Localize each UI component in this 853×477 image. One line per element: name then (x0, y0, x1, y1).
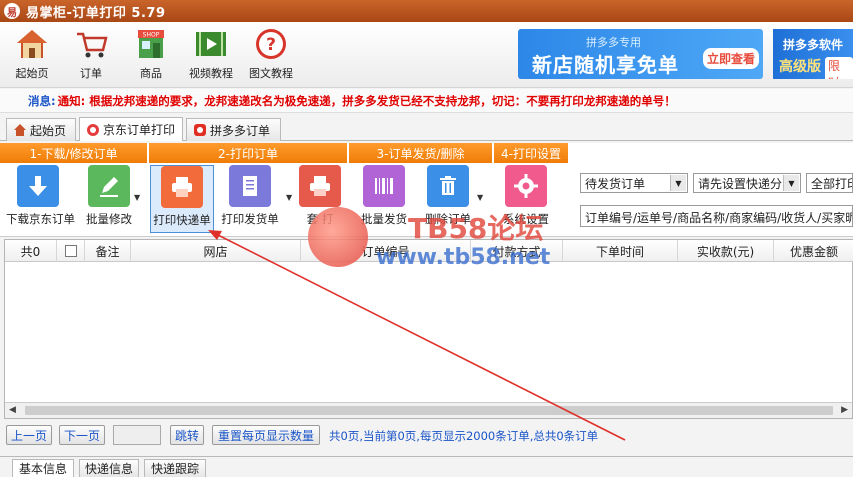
bottom-tabs: 基本信息 快递信息 快递跟踪 (0, 456, 853, 477)
tab-jd-print[interactable]: 京东订单打印 (79, 117, 183, 141)
order-search-input[interactable]: 订单编号/运单号/商品名称/商家编码/收货人/买家昵称 (580, 205, 853, 227)
print-invoice-button[interactable]: 打印发货单 (218, 165, 282, 233)
print-express-label-button[interactable]: 打印快递单 (150, 165, 214, 233)
receipt-icon (229, 165, 271, 207)
page-tabs: 起始页 京东订单打印 拼多多订单 (0, 117, 853, 141)
horizontal-scrollbar[interactable]: ◀ ▶ (5, 402, 852, 418)
table-header: 共0 备注 网店 订单编号 付款方式 下单时间 实收款(元) 优惠金额 (5, 240, 853, 262)
col-payment[interactable]: 付款方式 (471, 240, 563, 262)
tab-pdd-orders[interactable]: 拼多多订单 (186, 118, 281, 141)
pager: 上一页 下一页 跳转 重置每页显示数量 共0页,当前第0页,每页显示2000条订… (0, 424, 853, 446)
print-scope-select[interactable]: 全部打印 (806, 173, 853, 193)
app-logo: 易 (4, 3, 20, 19)
pdd-promo-banner[interactable]: 拼多多专用 新店随机享免单 立即查看 (518, 29, 763, 79)
batch-edit-dropdown-icon[interactable]: ▼ (134, 193, 140, 202)
group-print-settings: 4-打印设置 (494, 143, 568, 163)
window-title: 易掌柜-订单打印 5.79 (26, 5, 166, 21)
group-print: 2-打印订单 (149, 143, 347, 163)
svg-text:SHOP: SHOP (143, 32, 160, 39)
group-header-bar: 1-下载/修改订单 2-打印订单 3-订单发货/删除 4-打印设置 (0, 143, 853, 163)
order-status-select[interactable]: 待发货订单 ▼ (580, 173, 688, 193)
select-all-checkbox[interactable] (64, 245, 77, 257)
orders-table: 共0 备注 网店 订单编号 付款方式 下单时间 实收款(元) 优惠金额 ◀ ▶ (4, 239, 853, 419)
col-select[interactable] (57, 240, 85, 262)
title-bar: 易 易掌柜-订单打印 5.79 (0, 0, 853, 22)
next-page-button[interactable]: 下一页 (59, 425, 105, 445)
col-shop[interactable]: 网店 (131, 240, 301, 262)
express-select[interactable]: 请先设置快递分 ▼ (693, 173, 801, 193)
tab-express-tracking[interactable]: 快递跟踪 (144, 459, 206, 477)
page-number-input[interactable] (113, 425, 161, 445)
notice-label: 消息: (28, 93, 56, 108)
video-icon (196, 32, 226, 56)
shop-icon: SHOP (138, 30, 164, 58)
home-button[interactable]: 起始页 (2, 24, 62, 86)
products-button[interactable]: SHOP 商品 (121, 24, 181, 86)
orders-button[interactable]: 订单 (61, 24, 121, 86)
tab-home[interactable]: 起始页 (6, 118, 76, 141)
home-icon (17, 30, 47, 58)
download-icon (17, 165, 59, 207)
delete-order-button[interactable]: 删除订单 (416, 165, 480, 233)
tab-express-info[interactable]: 快递信息 (79, 459, 139, 477)
printer-icon (161, 166, 203, 208)
gear-icon (505, 165, 547, 207)
col-remark[interactable]: 备注 (85, 240, 131, 262)
image-tutorial-button[interactable]: ? 图文教程 (241, 24, 301, 86)
group-ship-delete: 3-订单发货/删除 (349, 143, 492, 163)
col-order-no[interactable]: 订单编号 (301, 240, 471, 262)
edit-icon (88, 165, 130, 207)
help-icon: ? (256, 29, 286, 59)
chevron-down-icon: ▼ (670, 175, 686, 191)
batch-edit-button[interactable]: 批量修改 (77, 165, 141, 233)
reset-page-size-button[interactable]: 重置每页显示数量 (212, 425, 320, 445)
col-count: 共0 (5, 240, 57, 262)
col-received[interactable]: 实收款(元) (678, 240, 774, 262)
batch-ship-button[interactable]: 批量发货 (352, 165, 416, 233)
scroll-thumb[interactable] (25, 406, 833, 415)
barcode-icon (363, 165, 405, 207)
col-discount[interactable]: 优惠金额 (774, 240, 853, 262)
group-download: 1-下载/修改订单 (0, 143, 147, 163)
chevron-down-icon: ▼ (783, 175, 799, 191)
prev-page-button[interactable]: 上一页 (6, 425, 52, 445)
video-tutorial-button[interactable]: 视频教程 (181, 24, 241, 86)
view-now-button[interactable]: 立即查看 (702, 48, 759, 69)
cart-icon (77, 32, 108, 58)
download-jd-orders-button[interactable]: 下载京东订单 (6, 165, 75, 233)
pdd-software-banner[interactable]: 拼多多软件 高级版 限时 (773, 29, 853, 79)
pager-info: 共0页,当前第0页,每页显示2000条订单,总共0条订单 (329, 429, 599, 443)
notice-bar: 消息: 通知: 根据龙邦速递的要求，龙邦速递改名为极免速递，拼多多发货已经不支持… (0, 89, 853, 113)
tab-basic-info[interactable]: 基本信息 (12, 459, 74, 477)
jd-icon (87, 123, 99, 136)
scroll-left-icon[interactable]: ◀ (9, 405, 16, 415)
system-settings-button[interactable]: 系统设置 (494, 165, 558, 233)
pdd-icon (194, 124, 206, 136)
trash-icon (427, 165, 469, 207)
delete-order-dropdown-icon[interactable]: ▼ (477, 193, 483, 202)
home-icon (14, 124, 26, 136)
svg-text:?: ? (266, 35, 276, 55)
scroll-right-icon[interactable]: ▶ (841, 405, 848, 415)
notice-text: 通知: 根据龙邦速递的要求，龙邦速递改名为极免速递，拼多多发货已经不支持龙邦，切… (57, 93, 676, 108)
jump-button[interactable]: 跳转 (170, 425, 204, 445)
print-form-icon (299, 165, 341, 207)
col-order-time[interactable]: 下单时间 (563, 240, 678, 262)
overlay-print-button[interactable]: 套 打 (288, 165, 352, 233)
